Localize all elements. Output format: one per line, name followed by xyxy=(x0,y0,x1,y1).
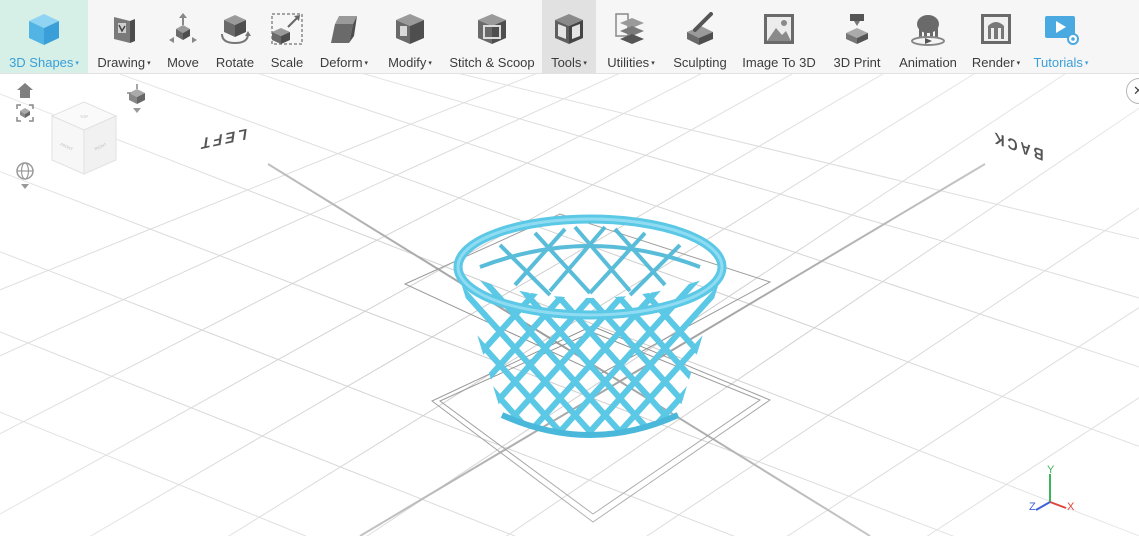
home-view-button[interactable] xyxy=(16,82,34,100)
axis-gizmo: Y X Z xyxy=(1029,464,1075,513)
axis-y-label: Y xyxy=(1047,464,1055,476)
dropdown-caret-icon: ▾ xyxy=(583,60,587,67)
tool-label: Stitch & Scoop xyxy=(449,55,535,70)
axis-z-label: Z xyxy=(1029,501,1036,513)
modify-icon xyxy=(392,11,428,47)
tool-label: Rotate xyxy=(215,55,255,70)
dropdown-caret-icon: ▾ xyxy=(1084,60,1089,67)
tool-label: 3D Print xyxy=(833,55,881,70)
animation-icon xyxy=(910,11,946,47)
view-cube[interactable]: TOP FRONT RIGHT xyxy=(44,98,124,178)
3d-print-icon xyxy=(839,11,875,47)
render-icon xyxy=(978,11,1014,47)
tool-tutorials[interactable]: Tutorials ▾ xyxy=(1026,0,1096,73)
tutorials-icon xyxy=(1043,11,1079,47)
tool-label: Sculpting xyxy=(673,55,727,70)
tool-deform[interactable]: Deform ▾ xyxy=(310,0,378,73)
dropdown-caret-icon: ▾ xyxy=(651,60,655,67)
close-icon: ✕ xyxy=(1133,83,1139,98)
dropdown-caret-icon: ▾ xyxy=(428,60,432,67)
basket-model[interactable] xyxy=(440,205,740,460)
image-to-3d-icon xyxy=(761,11,797,47)
tool-label: Tutorials xyxy=(1033,55,1083,70)
tools-icon xyxy=(551,11,587,47)
tool-drawing[interactable]: Drawing ▾ xyxy=(88,0,160,73)
frame-object-icon xyxy=(16,104,34,122)
tool-3d-print[interactable]: 3D Print xyxy=(824,0,890,73)
scale-icon xyxy=(269,11,305,47)
tool-move[interactable]: Move xyxy=(160,0,206,73)
tool-label: Modify xyxy=(388,55,427,70)
dropdown-caret-icon: ▾ xyxy=(1016,60,1021,67)
tool-tools[interactable]: Tools ▾ xyxy=(542,0,596,73)
tool-label: Image To 3D xyxy=(742,55,816,70)
tool-label: Move xyxy=(167,55,199,70)
tool-scale[interactable]: Scale xyxy=(264,0,310,73)
dropdown-caret-icon: ▾ xyxy=(364,60,369,67)
dropdown-caret-icon: ▾ xyxy=(147,60,151,67)
orbit-mode-button[interactable] xyxy=(14,160,36,192)
perspective-cube-icon xyxy=(127,84,145,113)
tool-stitch-scoop[interactable]: Stitch & Scoop xyxy=(442,0,542,73)
tool-label: Tools xyxy=(551,55,582,70)
tool-image-to-3d[interactable]: Image To 3D xyxy=(734,0,824,73)
axis-x-label: X xyxy=(1067,501,1075,513)
tool-utilities[interactable]: Utilities ▾ xyxy=(596,0,666,73)
tool-label: Scale xyxy=(270,55,304,70)
tool-label: Animation xyxy=(899,55,957,70)
fit-view-button[interactable] xyxy=(16,104,34,122)
stitch-scoop-icon xyxy=(474,11,510,47)
tool-label: 3D Shapes xyxy=(9,55,74,70)
main-toolbar: 3D Shapes ▾ Drawing ▾ Move Rotate Scale … xyxy=(0,0,1139,74)
rotate-icon xyxy=(217,11,253,47)
tool-modify[interactable]: Modify ▾ xyxy=(378,0,442,73)
orbit-globe-icon xyxy=(16,162,34,189)
utilities-icon xyxy=(613,11,649,47)
perspective-toggle-button[interactable] xyxy=(126,84,148,116)
tool-animation[interactable]: Animation xyxy=(890,0,966,73)
tool-label: Deform xyxy=(319,55,363,70)
move-icon xyxy=(165,11,201,47)
tool-label: Drawing xyxy=(97,55,146,70)
drawing-icon xyxy=(106,11,142,47)
tool-rotate[interactable]: Rotate xyxy=(206,0,264,73)
deform-icon xyxy=(326,11,362,47)
tool-label: Render xyxy=(971,55,1015,70)
cube-icon xyxy=(26,11,62,47)
tool-sculpting[interactable]: Sculpting xyxy=(666,0,734,73)
dropdown-caret-icon: ▾ xyxy=(75,60,79,67)
tool-render[interactable]: Render ▾ xyxy=(966,0,1026,73)
sculpting-icon xyxy=(682,11,718,47)
home-icon xyxy=(17,83,33,98)
tool-label: Utilities xyxy=(607,55,650,70)
tool-3d-shapes[interactable]: 3D Shapes ▾ xyxy=(0,0,88,73)
viewcube-top-label[interactable]: TOP xyxy=(80,114,88,119)
